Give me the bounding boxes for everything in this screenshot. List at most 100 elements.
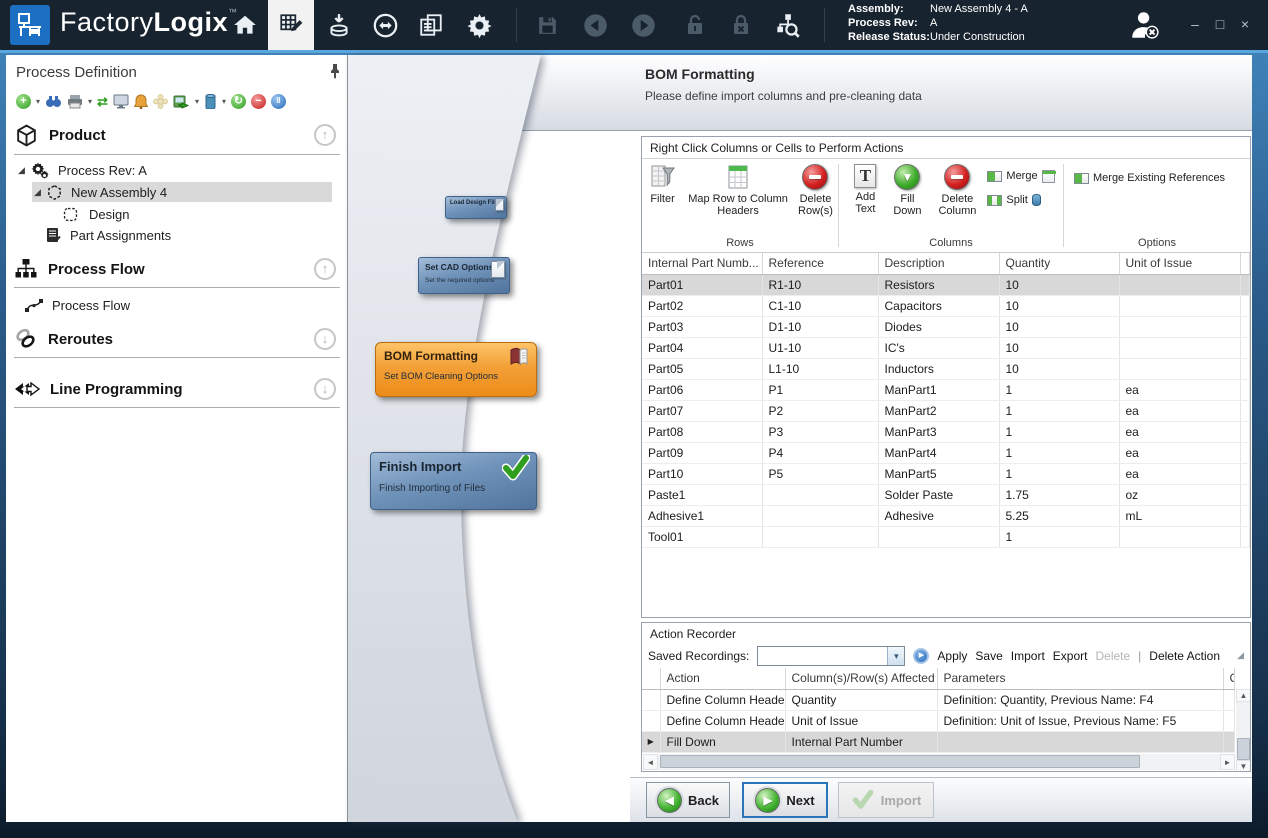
- column-header[interactable]: Column(s)/Row(s) Affected: [785, 668, 937, 689]
- table-cell[interactable]: Part01: [642, 274, 762, 295]
- table-cell[interactable]: [1240, 337, 1250, 358]
- table-cell[interactable]: Part09: [642, 442, 762, 463]
- delete-action-link[interactable]: Delete Action: [1149, 649, 1220, 663]
- table-cell[interactable]: Definition: Quantity, Previous Name: F4: [937, 689, 1223, 710]
- table-cell[interactable]: Diodes: [878, 316, 999, 337]
- column-header[interactable]: Parameters: [937, 668, 1223, 689]
- table-cell[interactable]: Paste1: [642, 484, 762, 505]
- table-cell[interactable]: 10: [999, 358, 1119, 379]
- plugin-icon[interactable]: [153, 94, 168, 109]
- table-cell[interactable]: ManPart5: [878, 463, 999, 484]
- table-cell[interactable]: [1119, 337, 1240, 358]
- save-button[interactable]: [524, 0, 570, 50]
- table-cell[interactable]: [1223, 731, 1235, 752]
- column-header[interactable]: Internal Part Numb...: [642, 253, 762, 274]
- row-selector-cell[interactable]: [642, 689, 660, 710]
- tree-item-assembly-selected[interactable]: ◢ New Assembly 4: [32, 182, 332, 202]
- flow-step-set-cad-options[interactable]: Set CAD Options Set the required options: [418, 257, 510, 294]
- table-cell[interactable]: Part08: [642, 421, 762, 442]
- table-cell[interactable]: ea: [1119, 463, 1240, 484]
- table-cell[interactable]: [762, 526, 878, 547]
- table-cell[interactable]: 10: [999, 295, 1119, 316]
- add-text-button[interactable]: T Add Text: [847, 164, 883, 215]
- tree-item-design[interactable]: Design: [62, 204, 342, 224]
- delete-column-button[interactable]: Delete Column: [931, 164, 983, 217]
- table-cell[interactable]: L1-10: [762, 358, 878, 379]
- table-cell[interactable]: D1-10: [762, 316, 878, 337]
- resize-grip-icon[interactable]: ◢: [1237, 650, 1244, 661]
- table-row[interactable]: Tool011: [642, 526, 1250, 547]
- table-cell[interactable]: Solder Paste: [878, 484, 999, 505]
- table-cell[interactable]: Part07: [642, 400, 762, 421]
- table-cell[interactable]: [1119, 526, 1240, 547]
- pin-icon[interactable]: [328, 63, 342, 79]
- forward-nav-button[interactable]: [620, 0, 666, 50]
- table-cell[interactable]: Unit of Issue: [785, 710, 937, 731]
- table-row[interactable]: Adhesive1Adhesive5.25mL: [642, 505, 1250, 526]
- tree-item-part-assignments[interactable]: Part Assignments: [46, 225, 342, 245]
- table-cell[interactable]: U1-10: [762, 337, 878, 358]
- table-cell[interactable]: 10: [999, 274, 1119, 295]
- pause-icon[interactable]: ‖: [271, 94, 286, 109]
- table-cell[interactable]: [1240, 484, 1250, 505]
- table-cell[interactable]: Part05: [642, 358, 762, 379]
- find-icon[interactable]: [45, 94, 62, 109]
- table-cell[interactable]: Part04: [642, 337, 762, 358]
- table-cell[interactable]: Capacitors: [878, 295, 999, 316]
- table-cell[interactable]: 1: [999, 379, 1119, 400]
- table-cell[interactable]: R1-10: [762, 274, 878, 295]
- unlock-button[interactable]: [672, 0, 718, 50]
- table-cell[interactable]: [1240, 505, 1250, 526]
- table-cell[interactable]: [1119, 274, 1240, 295]
- home-button[interactable]: [222, 0, 268, 50]
- chevron-down-icon[interactable]: ▾: [887, 647, 904, 665]
- delete-link[interactable]: Delete: [1095, 649, 1130, 663]
- expander-icon[interactable]: ◢: [34, 187, 46, 198]
- maximize-button[interactable]: □: [1209, 16, 1231, 32]
- column-header[interactable]: Action: [660, 668, 785, 689]
- database-icon[interactable]: [1032, 194, 1041, 206]
- table-row[interactable]: Part05L1-10Inductors10: [642, 358, 1250, 379]
- settings-gear-button[interactable]: [456, 0, 502, 50]
- documents-button[interactable]: [408, 0, 454, 50]
- dropdown-icon[interactable]: ▾: [88, 97, 92, 106]
- fill-down-button[interactable]: ▼ Fill Down: [887, 164, 927, 217]
- column-header[interactable]: Quantity: [999, 253, 1119, 274]
- table-cell[interactable]: ManPart1: [878, 379, 999, 400]
- expand-down-icon[interactable]: ↓: [314, 378, 336, 400]
- table-cell[interactable]: P4: [762, 442, 878, 463]
- collapse-up-icon[interactable]: ↑: [314, 124, 336, 146]
- sync-icon[interactable]: ⇄: [97, 94, 108, 110]
- section-product[interactable]: Product ↑: [6, 121, 348, 149]
- archive-icon[interactable]: [204, 94, 217, 109]
- table-cell[interactable]: Part06: [642, 379, 762, 400]
- table-cell[interactable]: 1: [999, 463, 1119, 484]
- preview-icon[interactable]: [113, 94, 129, 109]
- dropdown-icon[interactable]: ▾: [36, 97, 40, 106]
- section-process-flow[interactable]: Process Flow ↑: [6, 255, 348, 283]
- table-cell[interactable]: ea: [1119, 442, 1240, 463]
- flow-step-finish-import[interactable]: Finish Import Finish Importing of Files: [370, 452, 537, 510]
- table-row[interactable]: Part08P3ManPart31ea: [642, 421, 1250, 442]
- table-row[interactable]: Part07P2ManPart21ea: [642, 400, 1250, 421]
- table-cell[interactable]: Definition: Unit of Issue, Previous Name…: [937, 710, 1223, 731]
- saved-recordings-select[interactable]: ▾: [757, 646, 905, 666]
- table-cell[interactable]: 5.25: [999, 505, 1119, 526]
- scrollbar-thumb[interactable]: [1237, 738, 1250, 760]
- table-cell[interactable]: mL: [1119, 505, 1240, 526]
- table-cell[interactable]: Adhesive1: [642, 505, 762, 526]
- expand-down-icon[interactable]: ↓: [314, 328, 336, 350]
- expander-icon[interactable]: ◢: [18, 165, 30, 176]
- table-cell[interactable]: C1-10: [762, 295, 878, 316]
- refresh-icon[interactable]: ↻: [231, 94, 246, 109]
- apply-link[interactable]: Apply: [937, 649, 967, 663]
- horizontal-scrollbar[interactable]: ◄ ►: [643, 754, 1235, 770]
- collapse-up-icon[interactable]: ↑: [314, 258, 336, 280]
- table-cell[interactable]: [1240, 421, 1250, 442]
- table-cell[interactable]: [878, 526, 999, 547]
- table-cell[interactable]: oz: [1119, 484, 1240, 505]
- table-cell[interactable]: P3: [762, 421, 878, 442]
- table-row[interactable]: Define Column HeaderQuantityDefinition: …: [642, 689, 1235, 710]
- table-cell[interactable]: [1240, 379, 1250, 400]
- table-column-icon[interactable]: [1042, 170, 1055, 183]
